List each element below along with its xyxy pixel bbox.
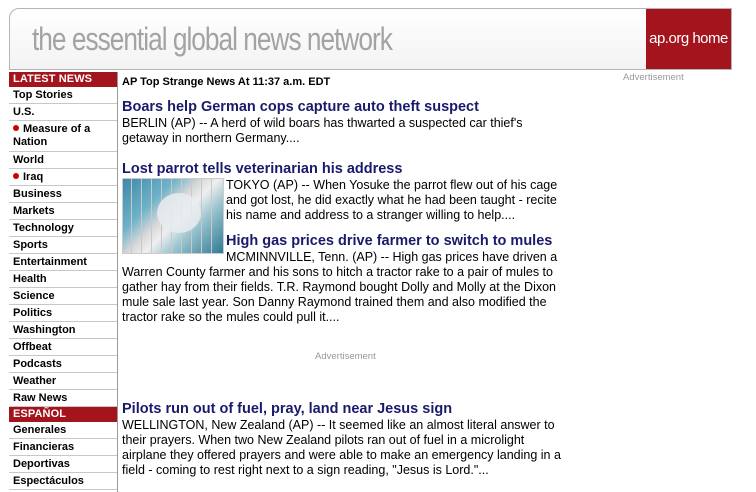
story-summary: TOKYO (AP) -- When Yosuke the parrot fle… [226,178,558,222]
sidebar-item-label: Business [13,188,62,200]
sidebar-item-financieras[interactable]: Financieras [9,439,117,456]
sidebar-item-label: Technology [13,222,74,234]
sidebar-item-raw-news[interactable]: Raw News [9,390,117,407]
sidebar-item-politics[interactable]: Politics [9,305,117,322]
inline-ad-label: Advertisement [315,351,376,362]
sidebar-item-label: Science [13,290,55,302]
sidebar-item-label: Deportivas [13,458,70,470]
right-ad-label: Advertisement [623,72,684,83]
sidebar-item-label: Politics [13,307,53,319]
story-item: Lost parrot tells veterinarian his addre… [122,161,562,178]
story-item: High gas prices drive farmer to switch t… [226,233,562,250]
story-headline[interactable]: Boars help German cops capture auto thef… [122,99,562,116]
sidebar-item-world[interactable]: World [9,152,117,169]
site-tagline: the essential global news network [32,21,393,57]
sidebar-item-measure-of-a-nation[interactable]: Measure of a Nation [9,121,117,152]
espanol-heading: ESPAÑOL [9,407,117,422]
section-title: AP Top Strange News At 11:37 a.m. EDT [122,76,331,88]
sidebar-item-iraq[interactable]: Iraq [9,169,117,186]
sidebar-item-label: Iraq [23,171,44,183]
sidebar-item-espectaculos[interactable]: Espectáculos [9,473,117,490]
sidebar-item-label: Entertainment [13,256,87,268]
sidebar-item-label: U.S. [13,106,35,118]
red-dot-icon [13,173,19,180]
story-summary: MCMINNVILLE, Tenn. (AP) -- High gas pric… [122,250,558,324]
sidebar-item-label: Washington [13,324,76,336]
espanol-list: Generales Financieras Deportivas Espectácul… [9,422,117,490]
story-summary: BERLIN (AP) -- A herd of wild boars has … [122,116,523,145]
red-dot-icon [13,125,19,132]
sidebar-item-label: Espectáculos [13,475,84,487]
parrot-photo[interactable] [122,178,224,254]
sidebar-item-generales[interactable]: Generales [9,422,117,439]
story-item: Pilots run out of fuel, pray, land near … [122,401,562,478]
story-headline[interactable]: Pilots run out of fuel, pray, land near … [122,401,562,418]
sidebar-item-offbeat[interactable]: Offbeat [9,339,117,356]
sidebar-item-top-stories[interactable]: Top Stories [9,87,117,104]
latest-news-list: Top Stories U.S. Measure of a Nation World I… [9,87,117,407]
main-content: AP Top Strange News At 11:37 a.m. EDT Bo… [122,72,562,477]
sidebar-item-markets[interactable]: Markets [9,203,117,220]
sidebar-nav: LATEST NEWS Top Stories U.S. Measure of a … [9,72,118,492]
sidebar-item-deportivas[interactable]: Deportivas [9,456,117,473]
ap-home-link[interactable]: ap.org home [646,9,731,69]
sidebar-item-science[interactable]: Science [9,288,117,305]
sidebar-item-label: World [13,154,44,166]
sidebar-item-label: Top Stories [13,89,73,101]
sidebar-item-label: Offbeat [13,341,52,353]
sidebar-item-podcasts[interactable]: Podcasts [9,356,117,373]
sidebar-item-label: Podcasts [13,358,62,370]
sidebar-item-entertainment[interactable]: Entertainment [9,254,117,271]
sidebar-item-health[interactable]: Health [9,271,117,288]
story-summary: WELLINGTON, New Zealand (AP) -- It seeme… [122,418,561,477]
story-headline[interactable]: High gas prices drive farmer to switch t… [226,233,562,250]
sidebar-item-sports[interactable]: Sports [9,237,117,254]
latest-news-heading: LATEST NEWS [9,72,117,87]
sidebar-item-business[interactable]: Business [9,186,117,203]
site-header: the essential global news network ap.org… [9,8,732,70]
story-summary-block: TOKYO (AP) -- When Yosuke the parrot fle… [226,178,562,223]
sidebar-item-label: Raw News [13,392,68,404]
sidebar-item-label: Health [13,273,47,285]
sidebar-item-label: Measure of a Nation [13,123,91,148]
sidebar-item-label: Markets [13,205,55,217]
story-item: Boars help German cops capture auto thef… [122,99,562,146]
sidebar-item-label: Sports [13,239,48,251]
sidebar-item-label: Weather [13,375,57,387]
story-headline[interactable]: Lost parrot tells veterinarian his addre… [122,161,562,178]
sidebar-item-technology[interactable]: Technology [9,220,117,237]
sidebar-item-label: Financieras [13,441,75,453]
sidebar-item-label: Generales [13,424,67,436]
sidebar-item-washington[interactable]: Washington [9,322,117,339]
sidebar-item-u-s[interactable]: U.S. [9,104,117,121]
story-summary-block: MCMINNVILLE, Tenn. (AP) -- High gas pric… [122,250,562,325]
sidebar-item-weather[interactable]: Weather [9,373,117,390]
